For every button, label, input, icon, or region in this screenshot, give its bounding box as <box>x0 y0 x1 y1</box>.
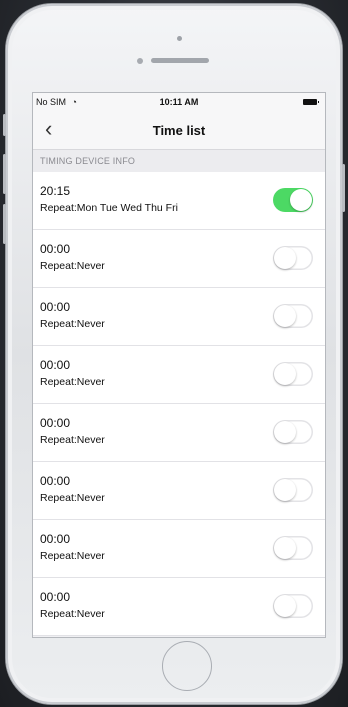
timer-repeat: Repeat:Never <box>40 376 105 388</box>
timer-time: 00:00 <box>40 242 71 256</box>
screen: No SIM ◔ 10:11 AM ‹ Time list TIMING DEV… <box>32 92 326 638</box>
timer-toggle[interactable] <box>273 246 313 270</box>
timer-toggle[interactable] <box>273 188 313 212</box>
timer-time: 00:00 <box>40 358 71 372</box>
navigation-bar: ‹ Time list <box>33 113 325 150</box>
timer-toggle[interactable] <box>273 420 313 444</box>
front-camera <box>177 36 182 41</box>
battery-icon <box>303 99 319 105</box>
timer-repeat: Repeat:Never <box>40 260 105 272</box>
status-time: 10:11 AM <box>159 97 199 107</box>
home-button[interactable] <box>162 641 212 691</box>
timer-time: 00:00 <box>40 590 71 604</box>
timer-repeat: Repeat:Never <box>40 318 105 330</box>
timer-repeat: Repeat:Never <box>40 434 105 446</box>
earpiece-speaker <box>151 58 209 63</box>
status-bar: No SIM ◔ 10:11 AM <box>33 93 325 113</box>
timer-repeat: Repeat:Never <box>40 550 105 562</box>
toggle-knob <box>274 595 296 617</box>
toggle-knob <box>274 479 296 501</box>
timer-row[interactable]: 00:00 Repeat:Never <box>33 462 325 520</box>
section-header: TIMING DEVICE INFO <box>33 150 325 172</box>
timer-row[interactable]: 00:00 Repeat:Never <box>33 230 325 288</box>
timer-row[interactable]: 00:00 Repeat:Never <box>33 520 325 578</box>
timer-row[interactable]: 00:00 Repeat:Never <box>33 288 325 346</box>
volume-up-button <box>3 154 6 194</box>
toggle-knob <box>290 189 312 211</box>
timer-row[interactable]: 00:00 Repeat:Never <box>33 346 325 404</box>
timer-toggle[interactable] <box>273 536 313 560</box>
proximity-sensor <box>137 58 143 64</box>
timer-repeat: Repeat:Never <box>40 608 105 620</box>
timer-time: 20:15 <box>40 184 71 198</box>
timer-time: 00:00 <box>40 416 71 430</box>
timer-toggle[interactable] <box>273 304 313 328</box>
toggle-knob <box>274 305 296 327</box>
toggle-knob <box>274 537 296 559</box>
timer-list: 20:15 Repeat:Mon Tue Wed Thu Fri 00:00 Repe… <box>33 172 325 636</box>
timer-time: 00:00 <box>40 474 71 488</box>
timer-toggle[interactable] <box>273 594 313 618</box>
toggle-knob <box>274 421 296 443</box>
timer-toggle[interactable] <box>273 478 313 502</box>
toggle-knob <box>274 363 296 385</box>
page-title: Time list <box>152 123 206 138</box>
toggle-knob <box>274 247 296 269</box>
timer-row[interactable]: 20:15 Repeat:Mon Tue Wed Thu Fri <box>33 172 325 230</box>
volume-down-button <box>3 204 6 244</box>
timer-toggle[interactable] <box>273 362 313 386</box>
timer-time: 00:00 <box>40 300 71 314</box>
timer-row[interactable]: 00:00 Repeat:Never <box>33 578 325 636</box>
mute-switch <box>3 114 6 136</box>
timer-time: 00:00 <box>40 532 71 546</box>
power-button <box>342 164 345 212</box>
timer-repeat: Repeat:Never <box>40 492 105 504</box>
timer-row[interactable]: 00:00 Repeat:Never <box>33 404 325 462</box>
timer-repeat: Repeat:Mon Tue Wed Thu Fri <box>40 202 178 214</box>
